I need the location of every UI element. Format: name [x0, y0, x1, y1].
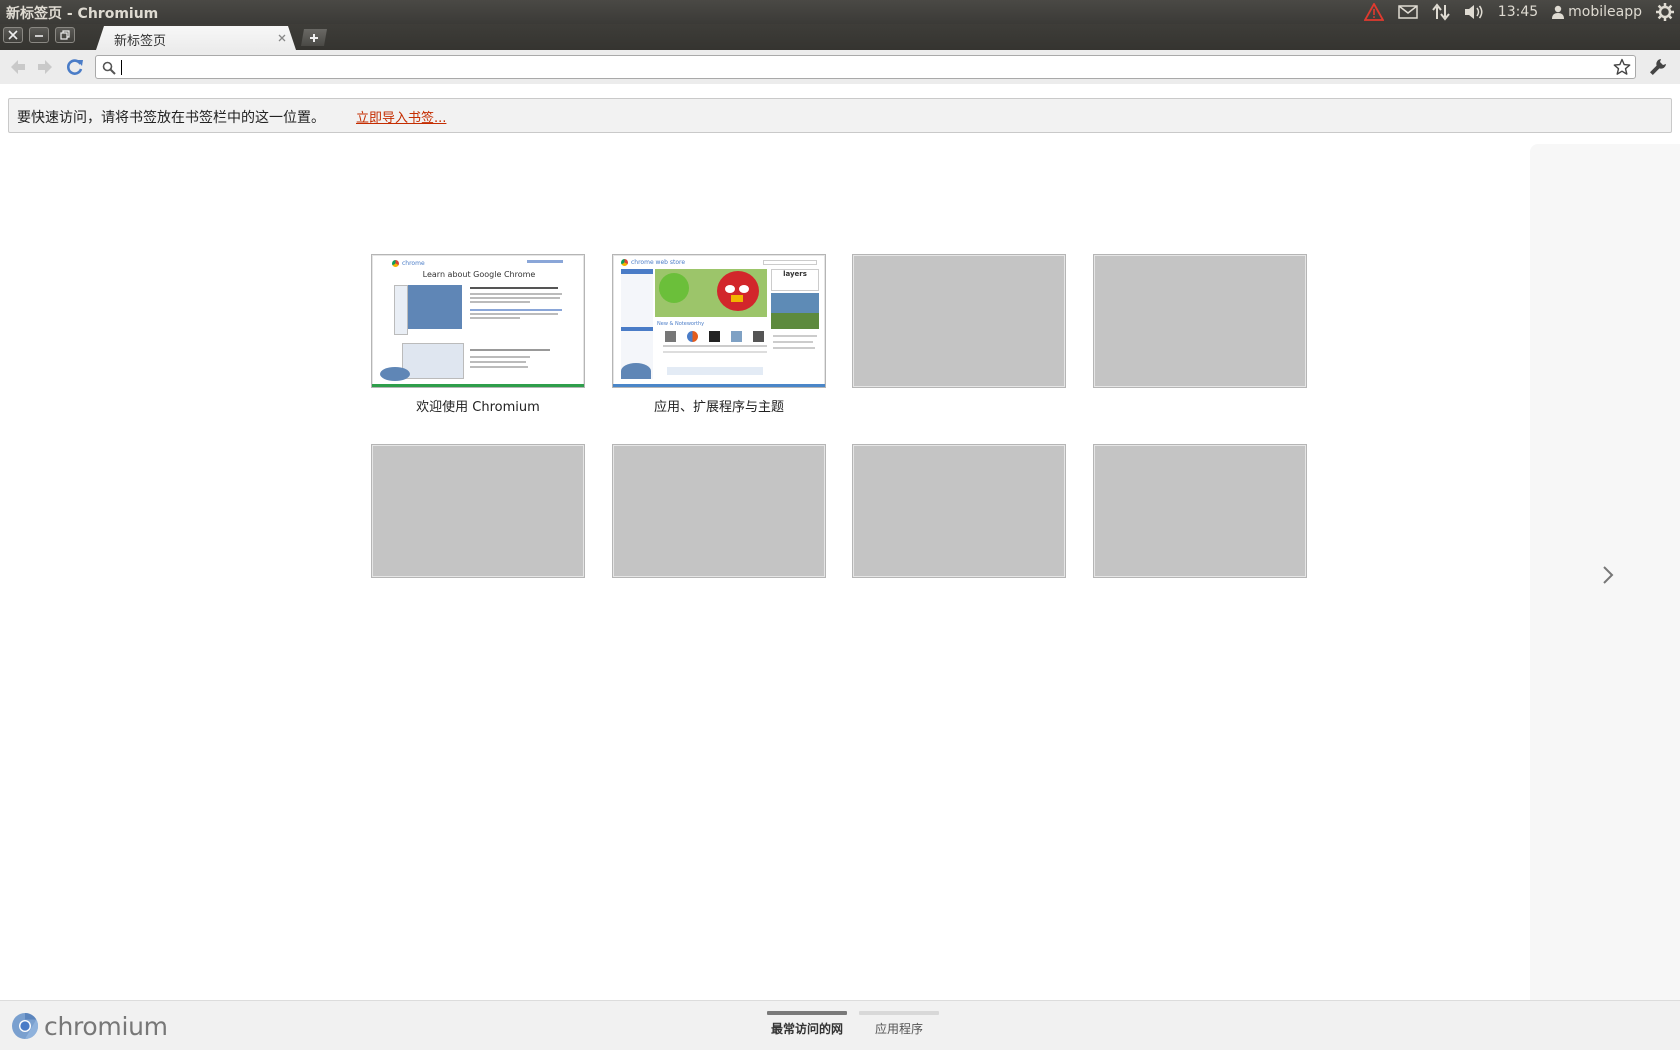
clock[interactable]: 13:45 — [1498, 0, 1538, 24]
window-minimize-button[interactable] — [29, 27, 49, 43]
user-name: mobileapp — [1568, 4, 1642, 20]
footer-tab-most-visited[interactable]: 最常访问的网 — [767, 1011, 847, 1037]
ntp-footer: chromium 最常访问的网 应用程序 — [0, 1000, 1680, 1050]
forward-arrow-icon — [38, 60, 52, 74]
thumb-promo: layers — [783, 270, 807, 278]
close-icon — [8, 30, 18, 40]
thumb-brand: chrome — [402, 260, 425, 267]
chrome-logo-icon — [392, 260, 399, 267]
wrench-menu-icon[interactable] — [1648, 57, 1668, 81]
footer-tab-label: 应用程序 — [874, 1022, 923, 1036]
tile-thumbnail: chrome web store layers New & Noteworthy — [613, 255, 825, 387]
chevron-right-icon — [1603, 566, 1614, 584]
thumb-brand: chrome web store — [631, 259, 686, 266]
most-visited-tile-empty — [1093, 254, 1307, 388]
reload-icon — [67, 59, 83, 75]
most-visited-tile-empty — [371, 444, 585, 578]
window-close-button[interactable] — [3, 27, 23, 43]
omnibox[interactable] — [95, 55, 1636, 79]
tile-title[interactable]: 欢迎使用 Chromium — [371, 396, 585, 415]
back-arrow-icon — [11, 60, 25, 74]
logo-text: chromium — [44, 1011, 168, 1041]
most-visited-tile[interactable]: chrome web store layers New & Noteworthy — [612, 254, 826, 388]
restore-icon — [60, 30, 70, 40]
new-tab-button[interactable] — [301, 29, 327, 46]
tile-thumbnail: chrome Learn about Google Chrome — [372, 255, 584, 387]
bookmark-star-icon[interactable] — [1613, 58, 1631, 80]
mail-icon[interactable] — [1398, 0, 1418, 24]
most-visited-tile[interactable]: chrome Learn about Google Chrome — [371, 254, 585, 388]
tile-title[interactable]: 应用、扩展程序与主题 — [612, 396, 826, 415]
footer-tab-apps[interactable]: 应用程序 — [859, 1011, 939, 1037]
tab-title: 新标签页 — [114, 34, 167, 49]
bookmark-promo-text: 要快速访问，请将书签放在书签栏中的这一位置。 — [17, 110, 325, 126]
back-button[interactable] — [7, 56, 29, 78]
thumb-heading: Learn about Google Chrome — [422, 270, 536, 279]
close-icon — [278, 34, 286, 42]
gear-icon[interactable] — [1656, 0, 1674, 24]
user-icon — [1552, 5, 1565, 19]
window-title: 新标签页 - Chromium — [6, 6, 159, 22]
tab-new-tab-page[interactable]: 新标签页 — [96, 26, 296, 50]
tab-close-button[interactable] — [275, 31, 289, 45]
most-visited-tile-empty — [612, 444, 826, 578]
text-caret — [121, 60, 122, 75]
minimize-icon — [35, 35, 43, 37]
bookmark-bar-promo: 要快速访问，请将书签放在书签栏中的这一位置。 立即导入书签... — [8, 98, 1672, 133]
system-top-panel: 新标签页 - Chromium 13:45 mobileapp — [0, 0, 1680, 24]
plus-icon — [309, 33, 319, 43]
thumb-section: New & Noteworthy — [657, 321, 705, 327]
network-icon[interactable] — [1432, 0, 1450, 24]
chromium-logo-icon — [12, 1012, 39, 1040]
chrome-logo-icon — [621, 259, 628, 266]
reload-button[interactable] — [64, 56, 86, 78]
window-restore-button[interactable] — [55, 27, 75, 43]
footer-tab-label: 最常访问的网 — [770, 1022, 843, 1036]
user-menu[interactable]: mobileapp — [1552, 0, 1642, 24]
search-icon — [102, 60, 116, 79]
omnibox-input[interactable] — [121, 58, 1601, 76]
indicator-area: 13:45 mobileapp — [1363, 0, 1674, 24]
next-page-button[interactable] — [1596, 560, 1620, 590]
most-visited-tile-empty — [852, 254, 1066, 388]
warning-icon[interactable] — [1363, 0, 1384, 24]
chromium-logo: chromium — [10, 1011, 168, 1041]
most-visited-tile-empty — [1093, 444, 1307, 578]
volume-icon[interactable] — [1464, 0, 1484, 24]
import-bookmarks-link[interactable]: 立即导入书签... — [356, 107, 446, 126]
tab-strip: 新标签页 — [0, 24, 1680, 50]
forward-button[interactable] — [34, 56, 56, 78]
most-visited-tile-empty — [852, 444, 1066, 578]
